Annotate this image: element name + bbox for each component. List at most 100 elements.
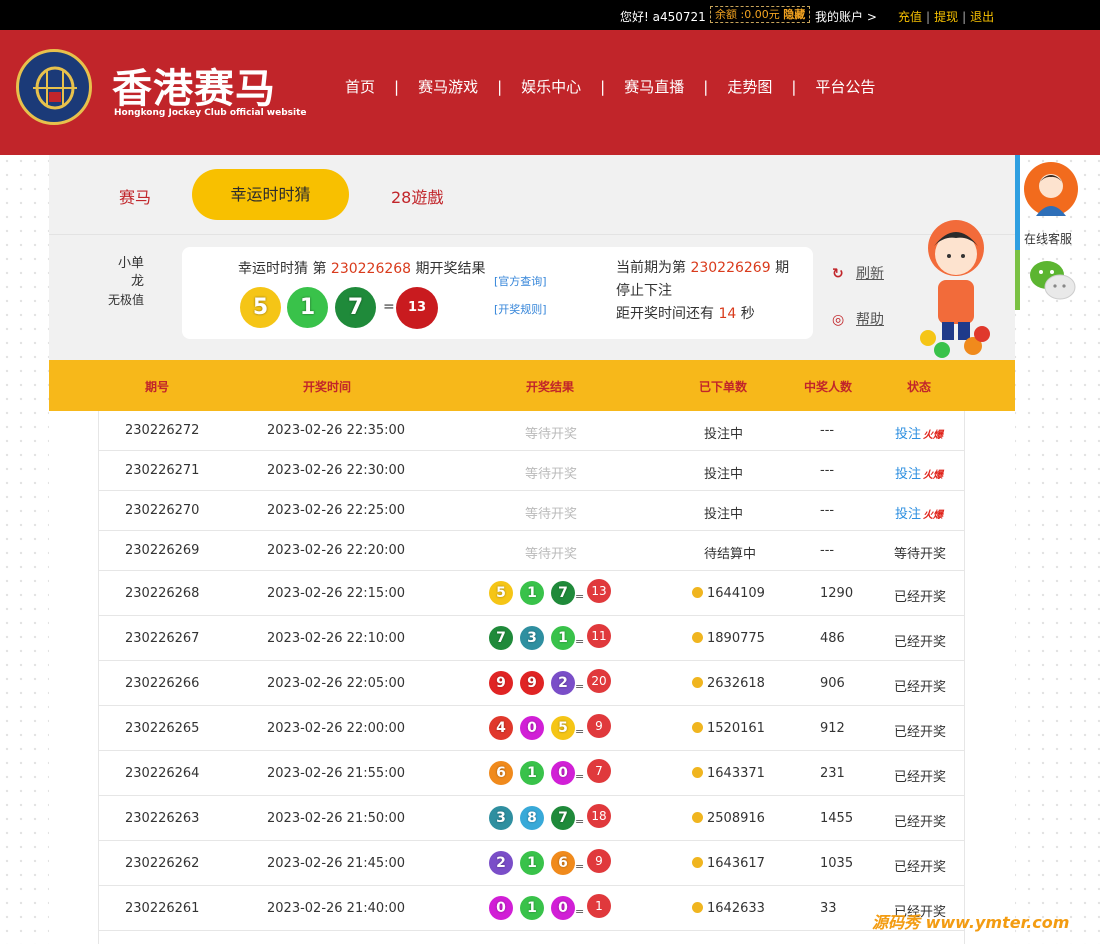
result-ball: 6 (489, 761, 513, 785)
equals-sign: = (575, 860, 585, 873)
row-draw-time: 2023-02-26 22:35:00 (267, 423, 406, 438)
current-period-info: 当前期为第 230226269 期 停止下注 距开奖时间还有 14 秒 (616, 260, 790, 322)
result-sum: 9 (587, 714, 611, 738)
withdraw-link[interactable]: 提现 (934, 10, 958, 24)
official-query-link[interactable]: [官方查询] (494, 273, 547, 289)
nav-live[interactable]: 赛马直播 (624, 78, 684, 96)
row-winners: --- (820, 543, 835, 558)
coin-icon (692, 722, 703, 733)
table-row: 230226271 2023-02-26 22:30:00 等待开奖 投注中 --- 投注… (98, 451, 965, 491)
row-issue: 230226272 (125, 423, 200, 438)
nav-home[interactable]: 首页 (345, 78, 375, 96)
result-ball: 3 (520, 626, 544, 650)
col-draw-result: 开奖结果 (526, 380, 575, 394)
result-sum: 9 (587, 849, 611, 873)
jockey-club-logo-icon[interactable] (16, 49, 92, 125)
result-ball: 7 (551, 581, 575, 605)
row-draw-time: 2023-02-26 22:00:00 (267, 721, 406, 736)
nav-horse-games[interactable]: 赛马游戏 (418, 78, 478, 96)
row-winners: 912 (820, 721, 845, 736)
table-row: 230226270 2023-02-26 22:25:00 等待开奖 投注中 --- 投注… (98, 491, 965, 531)
result-ball: 2 (551, 671, 575, 695)
bet-link[interactable]: 投注 (895, 507, 921, 522)
row-draw-time: 2023-02-26 21:40:00 (267, 901, 406, 916)
customer-service-avatar-icon[interactable] (1024, 162, 1078, 216)
current-issue: 230226269 (690, 260, 771, 276)
row-issue: 230226266 (125, 676, 200, 691)
tab-horse-racing[interactable]: 赛马 (119, 184, 151, 208)
bet-link[interactable]: 投注 (895, 427, 921, 442)
row-issue: 230226265 (125, 721, 200, 736)
coin-icon (692, 587, 703, 598)
row-orders: 2508916 (692, 811, 765, 826)
orders-value: 1643371 (707, 766, 765, 781)
result-ball: 1 (520, 851, 544, 875)
orders-value: 1643617 (707, 856, 765, 871)
coin-icon (692, 767, 703, 778)
row-draw-time: 2023-02-26 21:50:00 (267, 811, 406, 826)
equals-sign: = (575, 770, 585, 783)
row-status: 已经开奖 (894, 635, 947, 650)
top-links: 充值 | 提现 | 退出 (898, 10, 995, 24)
side-accent-green (1015, 250, 1020, 310)
coin-icon (692, 857, 703, 868)
result-ball: 3 (489, 806, 513, 830)
row-status: 投注 火爆 (895, 463, 943, 482)
row-winners: 1455 (820, 811, 854, 826)
result-ball: 9 (489, 671, 513, 695)
coin-icon (692, 902, 703, 913)
recharge-link[interactable]: 充值 (898, 10, 922, 24)
row-winners: 1035 (820, 856, 854, 871)
equals-sign: = (575, 635, 585, 648)
wechat-icon[interactable] (1029, 258, 1077, 308)
result-ball: 1 (287, 287, 328, 328)
equals-sign: = (575, 680, 585, 693)
help-button[interactable]: ◎ 帮助 (832, 309, 884, 329)
result-sum: 20 (587, 669, 611, 693)
refresh-icon: ↻ (832, 266, 844, 282)
row-status: 已经开奖 (894, 815, 947, 830)
row-draw-result: 等待开奖 (525, 547, 578, 562)
row-status: 已经开奖 (894, 860, 947, 875)
row-status: 投注 火爆 (895, 423, 943, 442)
tab-lucky-guess[interactable]: 幸运时时猜 (192, 169, 349, 220)
row-draw-result: 等待开奖 (525, 427, 578, 442)
col-winners: 中奖人数 (804, 380, 853, 394)
row-issue: 230226262 (125, 856, 200, 871)
row-orders: 1644109 (692, 586, 765, 601)
my-account-link[interactable]: 我的账户 > (815, 8, 877, 25)
refresh-button[interactable]: ↻ 刷新 (832, 263, 884, 283)
nav-announcements[interactable]: 平台公告 (815, 78, 875, 96)
site-title: 香港赛马 (112, 65, 276, 112)
row-orders: 1643371 (692, 766, 765, 781)
result-ball: 5 (240, 287, 281, 328)
result-ball: 1 (520, 896, 544, 920)
row-draw-time: 2023-02-26 21:55:00 (267, 766, 406, 781)
row-status: 已经开奖 (894, 680, 947, 695)
row-orders: 投注中 (704, 427, 744, 442)
row-draw-time: 2023-02-26 22:05:00 (267, 676, 406, 691)
result-sum: 1 (587, 894, 611, 918)
logout-link[interactable]: 退出 (970, 10, 994, 24)
countdown-seconds: 14 (718, 306, 737, 322)
result-ball: 7 (335, 287, 376, 328)
col-draw-time: 开奖时间 (303, 380, 352, 394)
nav-entertainment[interactable]: 娱乐中心 (521, 78, 581, 96)
nav-trend[interactable]: 走势图 (727, 78, 772, 96)
table-row: 230226263 2023-02-26 21:50:00 3 8 7 = 18 250891… (98, 796, 965, 841)
row-status: 等待开奖 (894, 547, 947, 562)
equals-sign: = (575, 725, 585, 738)
balance-hide-link[interactable]: 隐藏 (783, 8, 805, 21)
draw-rules-link[interactable]: [开奖规则] (494, 301, 547, 317)
equals-sign: = (575, 905, 585, 918)
mascot-illustration-icon (918, 218, 996, 364)
col-status: 状态 (907, 380, 932, 394)
bet-link[interactable]: 投注 (895, 467, 921, 482)
tab-28-game[interactable]: 28遊戲 (391, 184, 443, 208)
customer-service-label[interactable]: 在线客服 (1024, 230, 1072, 247)
hot-fire-icon: 火爆 (923, 430, 944, 441)
result-ball: 1 (551, 626, 575, 650)
row-orders: 1642633 (692, 901, 765, 916)
latest-result-title: 幸运时时猜 第 230226268 期开奖结果 (238, 261, 486, 277)
latest-issue: 230226268 (330, 261, 412, 277)
